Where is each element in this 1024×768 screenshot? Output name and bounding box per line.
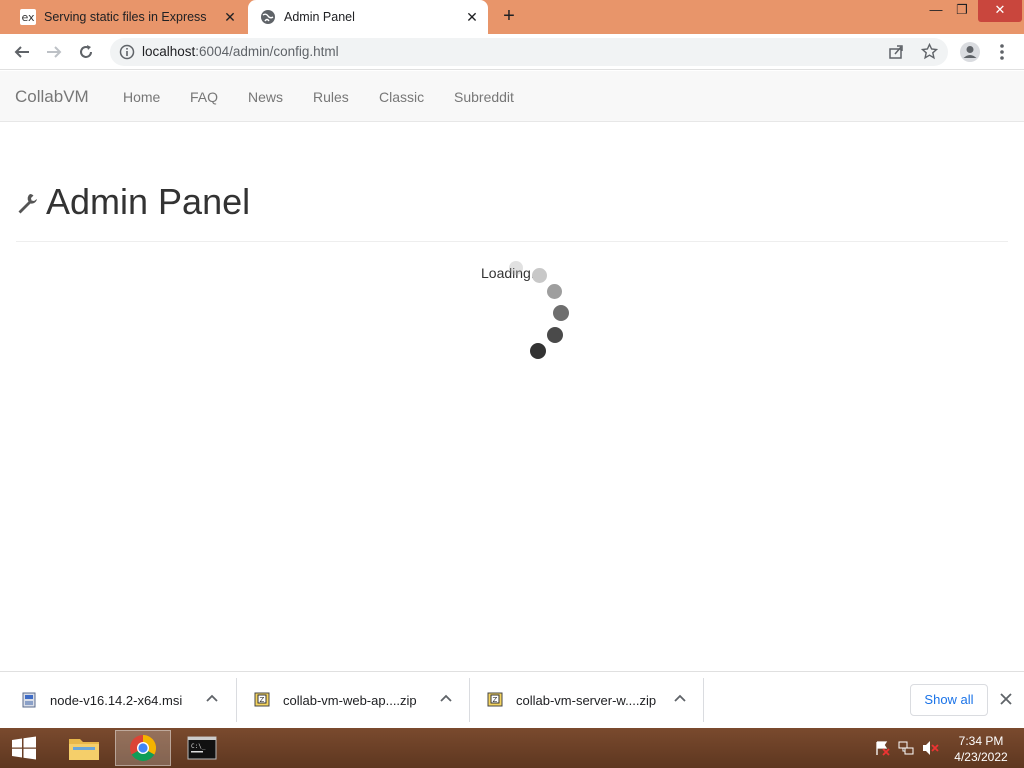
volume-muted-icon[interactable] [922, 740, 940, 761]
divider [469, 678, 470, 722]
page-title: Admin Panel [46, 181, 251, 222]
download-filename: node-v16.14.2-x64.msi [50, 692, 183, 708]
download-item[interactable]: node-v16.14.2-x64.msi [20, 678, 182, 722]
divider [703, 678, 704, 722]
minimize-icon[interactable]: — [922, 0, 950, 22]
download-bar: node-v16.14.2-x64.msi Z collab-vm-web-ap… [0, 671, 1024, 728]
site-info-icon[interactable] [119, 44, 135, 65]
file-explorer-icon[interactable] [56, 730, 112, 766]
nav-link-news[interactable]: News [248, 89, 283, 105]
system-clock[interactable]: 7:34 PM 4/23/2022 [948, 733, 1014, 765]
close-tab-icon[interactable]: ✕ [222, 9, 238, 25]
windows-taskbar: C:\_ 7:34 PM 4/23/2022 [0, 728, 1024, 768]
browser-menu-icon[interactable] [990, 40, 1014, 64]
action-center-flag-icon[interactable] [874, 740, 890, 761]
divider [16, 241, 1008, 242]
express-favicon-icon: ex [20, 9, 36, 25]
back-icon[interactable] [10, 40, 34, 64]
download-item[interactable]: Z collab-vm-server-w....zip [486, 678, 656, 722]
zip-icon: Z [253, 691, 271, 709]
new-tab-button[interactable]: + [498, 5, 520, 27]
close-download-bar-icon[interactable] [998, 691, 1014, 707]
nav-link-classic[interactable]: Classic [379, 89, 424, 105]
address-bar[interactable]: localhost:6004/admin/config.html [110, 38, 948, 66]
share-icon[interactable] [888, 44, 904, 65]
chevron-up-icon[interactable] [438, 691, 454, 707]
restore-icon[interactable]: ❐ [948, 0, 976, 22]
tab-title: Admin Panel [284, 10, 355, 24]
show-all-downloads-button[interactable]: Show all [910, 684, 988, 716]
windows-start-icon[interactable] [2, 730, 46, 766]
divider [236, 678, 237, 722]
browser-tab-strip: ex Serving static files in Express ✕ Adm… [0, 0, 1024, 34]
network-icon[interactable] [898, 740, 914, 761]
download-filename: collab-vm-server-w....zip [516, 692, 657, 708]
tab-admin-panel[interactable]: Admin Panel ✕ [248, 0, 488, 34]
close-tab-icon[interactable]: ✕ [464, 9, 480, 25]
chevron-up-icon[interactable] [672, 691, 688, 707]
brand-link[interactable]: CollabVM [15, 87, 89, 107]
reload-icon[interactable] [74, 40, 98, 64]
chrome-icon[interactable] [115, 730, 171, 766]
tab-express-docs[interactable]: ex Serving static files in Express ✕ [12, 0, 246, 34]
download-filename: collab-vm-web-ap....zip [283, 692, 417, 708]
url-text: localhost:6004/admin/config.html [142, 44, 339, 59]
clock-date: 4/23/2022 [954, 750, 1008, 764]
nav-link-subreddit[interactable]: Subreddit [454, 89, 514, 105]
bookmark-star-icon[interactable] [920, 42, 939, 65]
download-item[interactable]: Z collab-vm-web-ap....zip [253, 678, 417, 722]
window-close-icon[interactable]: ✕ [978, 0, 1022, 22]
nav-link-home[interactable]: Home [123, 89, 160, 105]
globe-icon [260, 9, 276, 25]
nav-link-faq[interactable]: FAQ [190, 89, 218, 105]
forward-icon[interactable] [42, 40, 66, 64]
nav-link-rules[interactable]: Rules [313, 89, 349, 105]
browser-toolbar: localhost:6004/admin/config.html [0, 34, 1024, 70]
site-navbar: CollabVM Home FAQ News Rules Classic Sub… [0, 71, 1024, 122]
profile-avatar-icon[interactable] [958, 40, 982, 64]
svg-text:C:\_: C:\_ [191, 743, 206, 750]
clock-time: 7:34 PM [958, 734, 1004, 748]
installer-icon [20, 691, 38, 709]
svg-text:Z: Z [260, 696, 265, 704]
tab-title: Serving static files in Express [44, 10, 207, 24]
svg-text:Z: Z [493, 696, 498, 704]
chevron-up-icon[interactable] [204, 691, 220, 707]
command-prompt-icon[interactable]: C:\_ [174, 730, 230, 766]
wrench-icon [15, 191, 39, 215]
zip-icon: Z [486, 691, 504, 709]
